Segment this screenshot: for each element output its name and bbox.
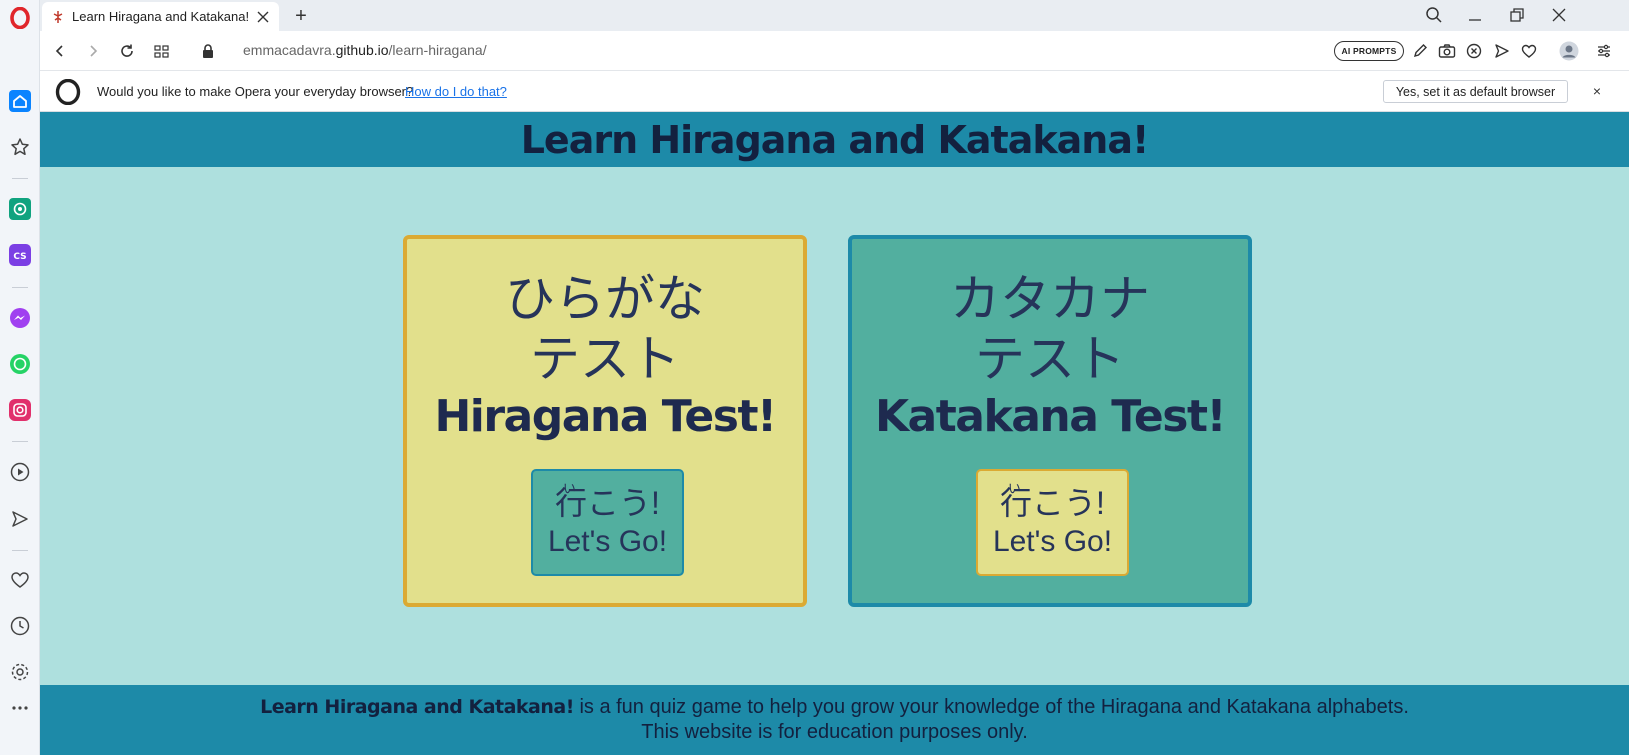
adblock-icon[interactable] xyxy=(1463,40,1485,62)
url-field[interactable]: emmacadavra.github.io/learn-hiragana/ xyxy=(243,42,487,58)
new-tab-button[interactable]: + xyxy=(290,5,312,27)
edit-icon[interactable] xyxy=(1409,40,1431,62)
lock-icon[interactable] xyxy=(197,40,219,62)
go-jp-line: い 行こう! xyxy=(1000,481,1105,521)
sidebar-divider xyxy=(12,550,28,551)
chatgpt-icon[interactable] xyxy=(8,197,32,221)
profile-avatar-icon[interactable] xyxy=(1558,40,1580,62)
url-path: /learn-hiragana/ xyxy=(388,42,487,58)
sidebar-divider xyxy=(12,178,28,179)
reload-button[interactable] xyxy=(116,40,138,62)
favorite-heart-icon[interactable] xyxy=(1518,40,1540,62)
furigana: い xyxy=(563,480,577,496)
katakana-jp-subtitle: テスト xyxy=(975,330,1125,388)
send-snapshot-icon[interactable] xyxy=(1491,40,1513,62)
page-header: Learn Hiragana and Katakana! xyxy=(40,112,1629,167)
set-default-browser-button[interactable]: Yes, set it as default browser xyxy=(1383,80,1568,103)
footer-description: is a fun quiz game to help you grow your… xyxy=(573,696,1409,718)
url-host: github.io xyxy=(335,42,389,58)
hiragana-jp-title: ひらがな xyxy=(505,270,705,328)
hiragana-jp-subtitle: テスト xyxy=(530,330,680,388)
tab-title: Learn Hiragana and Katakana! xyxy=(72,9,250,24)
page-title: Learn Hiragana and Katakana! xyxy=(520,117,1150,162)
katakana-test-card: カタカナ テスト Katakana Test! い 行こう! Let's Go! xyxy=(848,235,1252,607)
home-icon[interactable] xyxy=(8,89,32,113)
send-icon[interactable] xyxy=(8,507,32,531)
footer-brand: Learn Hiragana and Katakana! xyxy=(260,696,574,718)
ai-prompts-button[interactable]: AI PROMPTS xyxy=(1334,41,1404,61)
hiragana-go-button[interactable]: い 行こう! Let's Go! xyxy=(531,469,684,576)
heart-icon[interactable] xyxy=(8,568,32,592)
opera-o-logo-icon xyxy=(55,78,81,106)
katakana-go-button[interactable]: い 行こう! Let's Go! xyxy=(976,469,1129,576)
sidebar-divider xyxy=(12,441,28,442)
svg-text:CS: CS xyxy=(13,252,26,262)
web-page: Learn Hiragana and Katakana! ひらがな テスト Hi… xyxy=(40,112,1629,755)
katakana-jp-title: カタカナ xyxy=(950,270,1150,328)
go-en-label: Let's Go! xyxy=(547,524,668,558)
url-prefix: emmacadavra. xyxy=(243,42,336,58)
address-bar: emmacadavra.github.io/learn-hiragana/ AI… xyxy=(40,31,1629,71)
how-do-i-do-that-link[interactable]: How do I do that? xyxy=(405,84,507,99)
site-favicon-icon xyxy=(50,9,66,25)
instagram-icon[interactable] xyxy=(8,398,32,422)
furigana: い xyxy=(1008,480,1022,496)
history-icon[interactable] xyxy=(8,614,32,638)
back-button[interactable] xyxy=(49,40,71,62)
more-icon[interactable] xyxy=(8,696,32,720)
close-tab-icon[interactable] xyxy=(255,9,271,25)
plus-icon: + xyxy=(295,5,307,27)
hiragana-en-title: Hiragana Test! xyxy=(434,391,777,442)
tab-learn-hiragana[interactable]: Learn Hiragana and Katakana! xyxy=(42,2,279,31)
tab-grid-button[interactable] xyxy=(150,40,172,62)
footer-line-1: Learn Hiragana and Katakana! is a fun qu… xyxy=(40,695,1629,720)
minimize-icon[interactable] xyxy=(1463,4,1487,26)
opera-logo-icon[interactable] xyxy=(8,6,32,30)
player-icon[interactable] xyxy=(8,460,32,484)
close-infobar-icon[interactable]: × xyxy=(1588,82,1606,100)
search-tabs-icon[interactable] xyxy=(1422,4,1446,26)
restore-icon[interactable] xyxy=(1505,4,1529,26)
opera-sidebar: CS xyxy=(0,0,40,755)
hiragana-test-card: ひらがな テスト Hiragana Test! い 行こう! Let's Go! xyxy=(403,235,807,607)
bookmarks-icon[interactable] xyxy=(8,135,32,159)
forward-button[interactable] xyxy=(82,40,104,62)
settings-icon[interactable] xyxy=(8,660,32,684)
default-browser-bar: Would you like to make Opera your everyd… xyxy=(40,72,1629,112)
go-en-label: Let's Go! xyxy=(992,524,1113,558)
page-footer: Learn Hiragana and Katakana! is a fun qu… xyxy=(40,685,1629,755)
sidebar-divider xyxy=(12,287,28,288)
tab-strip: Learn Hiragana and Katakana! + xyxy=(40,0,1629,31)
camera-icon[interactable] xyxy=(1436,40,1458,62)
messenger-icon[interactable] xyxy=(8,306,32,330)
default-browser-message: Would you like to make Opera your everyd… xyxy=(97,84,414,99)
whatsapp-icon[interactable] xyxy=(8,352,32,376)
go-jp-line: い 行こう! xyxy=(555,481,660,521)
easy-setup-icon[interactable] xyxy=(1593,40,1615,62)
close-window-icon[interactable] xyxy=(1547,4,1571,26)
footer-disclaimer: This website is for education purposes o… xyxy=(641,721,1028,743)
katakana-en-title: Katakana Test! xyxy=(874,391,1227,442)
chatsonic-icon[interactable]: CS xyxy=(8,243,32,267)
